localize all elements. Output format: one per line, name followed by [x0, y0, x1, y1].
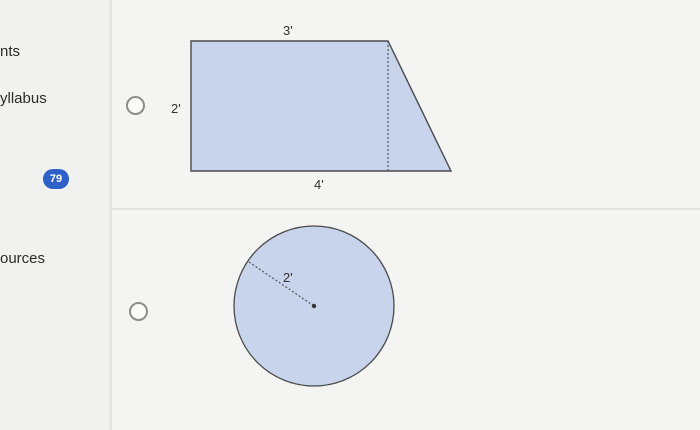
circle-center-dot: [311, 303, 317, 309]
figures: 3' 2' 4' 2': [171, 23, 453, 387]
circle-radius-label: 2': [283, 270, 293, 285]
trapezoid-side-label: 2': [171, 101, 181, 116]
trapezoid-shape: [190, 40, 453, 172]
trapezoid-figure: 3' 2' 4': [171, 23, 453, 192]
trapezoid-top-label: 3': [283, 23, 293, 38]
circle-figure: 2': [233, 225, 395, 387]
trapezoid-bottom-label: 4': [314, 177, 324, 192]
